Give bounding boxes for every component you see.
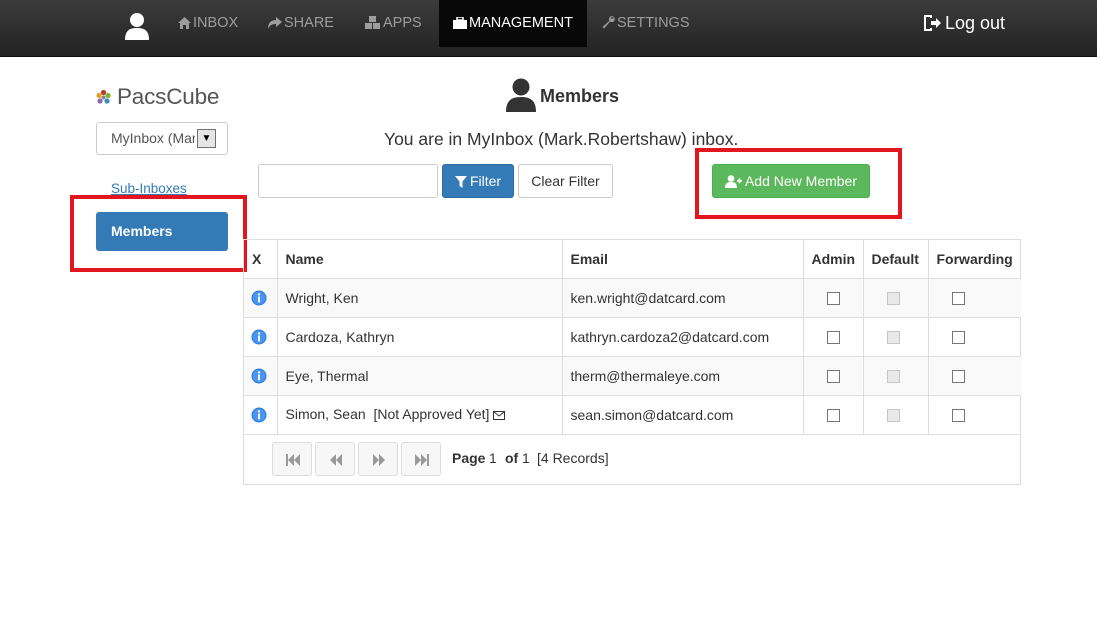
col-header-forwarding: Forwarding <box>927 240 1021 279</box>
nav-management[interactable]: MANAGEMENT <box>439 0 587 47</box>
briefcase-icon <box>453 16 467 29</box>
info-icon[interactable] <box>251 290 267 306</box>
envelope-icon[interactable] <box>493 407 506 423</box>
filter-button[interactable]: Filter <box>442 164 514 198</box>
filter-icon <box>454 176 467 188</box>
first-page-button[interactable] <box>272 442 312 476</box>
nav-settings[interactable]: SETTINGS <box>602 0 690 47</box>
default-checkbox <box>886 331 900 345</box>
logo-text: PacsCube <box>117 84 220 109</box>
total-pages: 1 <box>522 450 530 466</box>
inbox-select[interactable]: MyInbox (Mark.Robertshaw) ▼ <box>96 122 228 155</box>
info-icon[interactable] <box>251 368 267 384</box>
current-page: 1 <box>489 450 497 466</box>
info-icon[interactable] <box>251 407 267 423</box>
forwarding-checkbox[interactable] <box>951 409 965 423</box>
info-icon[interactable] <box>251 329 267 345</box>
admin-checkbox[interactable] <box>826 370 840 384</box>
member-name: Simon, Sean [Not Approved Yet] <box>276 394 563 435</box>
last-page-button[interactable] <box>401 442 441 476</box>
table-row: Simon, Sean [Not Approved Yet] sean.simo… <box>244 394 1021 435</box>
wrench-icon <box>602 16 615 29</box>
user-icon[interactable] <box>124 12 150 40</box>
col-header-admin: Admin <box>802 240 864 279</box>
forwarding-checkbox[interactable] <box>951 370 965 384</box>
share-icon <box>268 17 282 29</box>
last-page-icon <box>415 454 429 466</box>
default-checkbox <box>886 409 900 423</box>
previous-page-button[interactable] <box>315 442 355 476</box>
filter-input[interactable] <box>258 164 438 198</box>
sidebar-item-sub-inboxes[interactable]: Sub-Inboxes <box>111 181 187 196</box>
inbox-select-value: MyInbox (Mark.Robertshaw) <box>111 130 195 146</box>
logout-icon <box>924 15 941 31</box>
inbox-info-text: You are in MyInbox (Mark.Robertshaw) inb… <box>384 129 739 149</box>
nav-share[interactable]: SHARE <box>268 0 334 47</box>
table-row: Eye, Thermal therm@thermaleye.com <box>244 355 1021 396</box>
first-page-icon <box>286 454 300 466</box>
of-label: of <box>505 450 519 466</box>
highlight-box-add-member <box>695 148 902 219</box>
admin-checkbox[interactable] <box>826 331 840 345</box>
next-page-icon <box>373 454 385 466</box>
admin-checkbox[interactable] <box>826 292 840 306</box>
col-header-default: Default <box>862 240 929 279</box>
page-title-text: Members <box>540 86 620 106</box>
next-page-button[interactable] <box>358 442 398 476</box>
approval-status: [Not Approved Yet] <box>373 406 490 422</box>
nav-inbox[interactable]: INBOX <box>178 0 238 47</box>
records-count: [4 Records] <box>537 450 609 466</box>
previous-page-icon <box>330 454 342 466</box>
member-email: therm@thermaleye.com <box>561 355 804 396</box>
members-user-icon <box>506 78 536 112</box>
admin-checkbox[interactable] <box>826 409 840 423</box>
default-checkbox <box>886 292 900 306</box>
col-header-x: X <box>244 240 278 279</box>
member-email: kathryn.cardoza2@datcard.com <box>561 316 804 357</box>
nav-apps[interactable]: APPS <box>364 0 422 47</box>
table-row: Wright, Ken ken.wright@datcard.com <box>244 277 1021 318</box>
chevron-down-icon[interactable]: ▼ <box>197 129 216 148</box>
page-label: Page <box>452 450 486 466</box>
highlight-box-members <box>70 195 247 272</box>
col-header-email[interactable]: Email <box>561 240 804 279</box>
member-name: Cardoza, Kathryn <box>276 316 563 357</box>
member-name: Wright, Ken <box>276 277 563 318</box>
default-checkbox <box>886 370 900 384</box>
member-email: ken.wright@datcard.com <box>561 277 804 318</box>
members-table: X Name Email Admin Default Forwarding Wr… <box>244 240 1021 435</box>
clear-filter-button[interactable]: Clear Filter <box>518 164 613 198</box>
pacscube-logo-icon <box>96 89 111 104</box>
table-header-row: X Name Email Admin Default Forwarding <box>244 240 1021 279</box>
cubes-icon <box>365 16 380 29</box>
member-email: sean.simon@datcard.com <box>561 394 804 435</box>
members-table-panel: X Name Email Admin Default Forwarding Wr… <box>243 239 1021 485</box>
forwarding-checkbox[interactable] <box>951 292 965 306</box>
forwarding-checkbox[interactable] <box>951 331 965 345</box>
home-icon <box>178 17 191 29</box>
member-name: Eye, Thermal <box>276 355 563 396</box>
logout-button[interactable]: Log out <box>922 13 1005 34</box>
top-navbar: INBOX SHARE APPS MANAGEMENT SETTINGS Log… <box>0 0 1097 57</box>
table-row: Cardoza, Kathryn kathryn.cardoza2@datcar… <box>244 316 1021 357</box>
col-header-name[interactable]: Name <box>276 240 563 279</box>
